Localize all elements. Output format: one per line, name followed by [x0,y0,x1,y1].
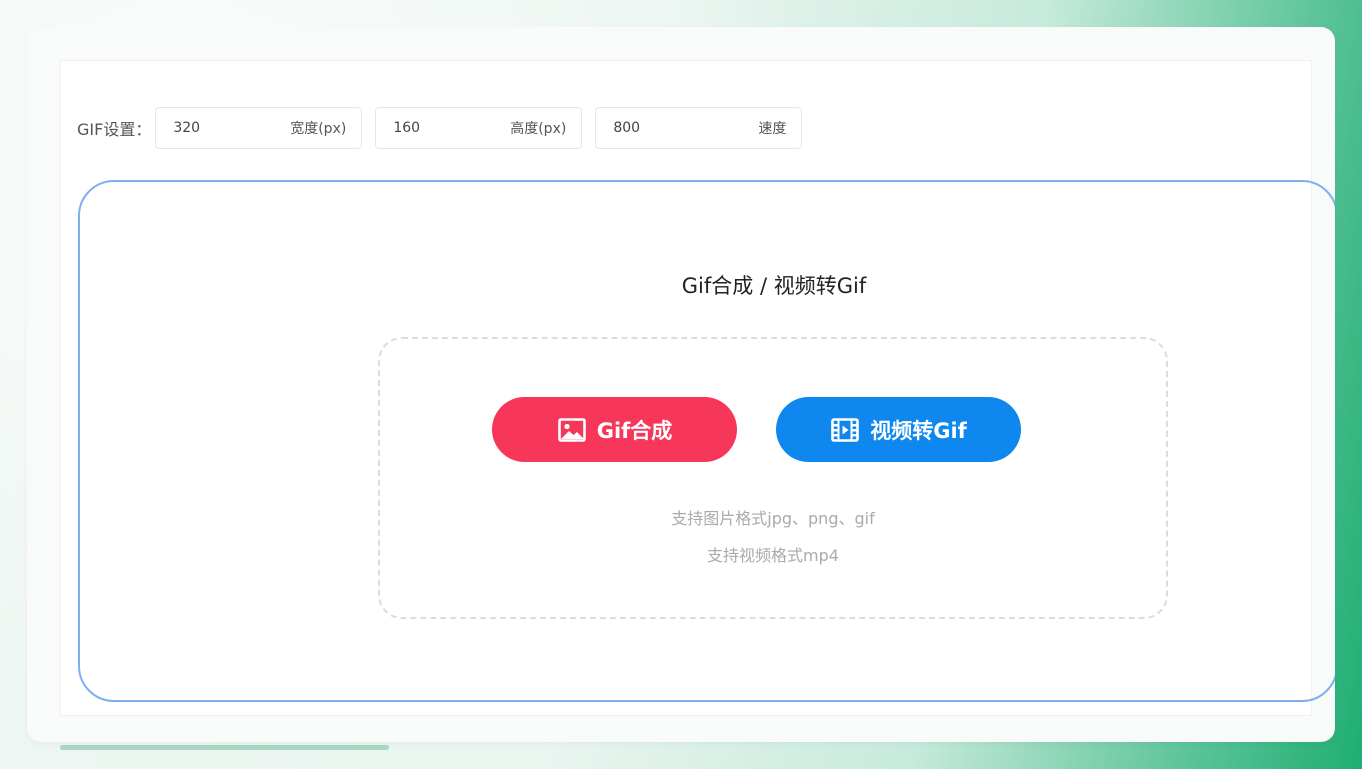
height-input[interactable] [393,120,484,136]
video-to-gif-button[interactable]: 视频转Gif [776,397,1021,462]
height-suffix: 高度(px) [510,121,567,137]
gif-compose-label: Gif合成 [596,418,673,443]
width-suffix: 宽度(px) [290,121,347,137]
video-to-gif-label: 视频转Gif [870,418,967,443]
gif-compose-button[interactable]: Gif合成 [492,397,737,462]
width-input[interactable] [173,120,264,136]
gif-settings-label: GIF设置： [77,120,152,139]
gif-settings-bar: GIF设置： 宽度(px) 高度(px) 速度 [77,106,815,150]
video-format-hint: 支持视频格式mp4 [707,546,839,565]
width-field[interactable]: 宽度(px) [155,107,363,149]
main-panel: GIF设置： 宽度(px) 高度(px) 速度 Gif合成 / 视频转Gif [60,60,1335,716]
image-icon [557,415,587,445]
app-window: GIF设置： 宽度(px) 高度(px) 速度 Gif合成 / 视频转Gif [27,27,1335,742]
height-field[interactable]: 高度(px) [375,107,583,149]
video-film-icon [830,415,860,445]
upload-zone[interactable]: Gif合成 / 视频转Gif Gif合成 视频转Gif 支持图片格式jpg、pn… [78,180,1335,702]
page-title: Gif合成 / 视频转Gif [681,274,867,298]
speed-suffix: 速度 [758,121,787,137]
image-format-hint: 支持图片格式jpg、png、gif [671,509,875,528]
drop-area[interactable]: Gif合成 视频转Gif 支持图片格式jpg、png、gif 支持视频格式mp4 [378,337,1168,619]
horizontal-scrollbar[interactable] [60,745,389,750]
speed-input[interactable] [613,120,704,136]
speed-field[interactable]: 速度 [595,107,803,149]
